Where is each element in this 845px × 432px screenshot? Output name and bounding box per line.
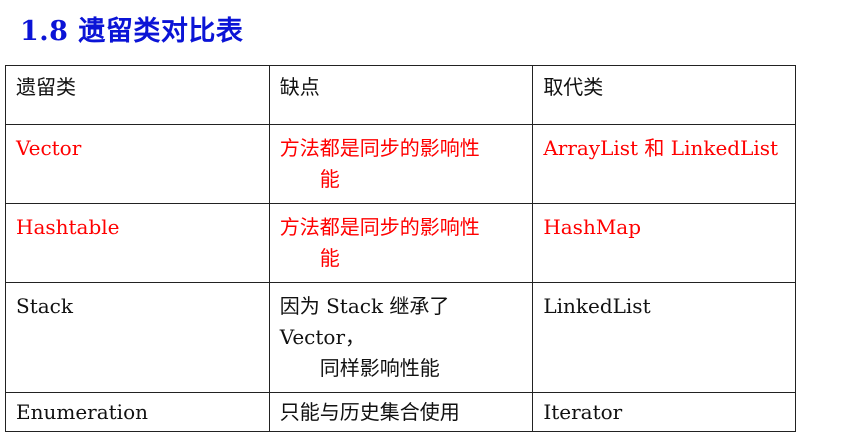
- drawback-line: 方法都是同步的影响性: [279, 136, 480, 160]
- drawback-cell: 方法都是同步的影响性 能: [268, 124, 534, 204]
- replacement-class-cell: Iterator: [532, 392, 796, 432]
- drawback-line: 因为 Stack 继承了 Vector，: [279, 294, 450, 349]
- table-header-row: 遗留类 缺点 取代类: [5, 65, 796, 125]
- replacement-class-cell: HashMap: [532, 203, 796, 283]
- header-drawback: 缺点: [268, 65, 534, 125]
- drawback-cell: 方法都是同步的影响性 能: [268, 203, 534, 283]
- drawback-line: 能: [319, 167, 340, 191]
- legacy-class-comparison-table: 遗留类 缺点 取代类 Vector 方法都是同步的影响性 能 ArrayList…: [5, 65, 796, 432]
- page-title: 1.8 遗留类对比表: [20, 16, 244, 47]
- drawback-line: 同样影响性能: [319, 356, 440, 380]
- drawback-line: 能: [319, 246, 340, 270]
- replacement-class-cell: ArrayList 和 LinkedList: [532, 124, 796, 204]
- drawback-cell: 只能与历史集合使用: [268, 392, 534, 432]
- drawback-line: 方法都是同步的影响性: [279, 215, 480, 239]
- table-row: Enumeration 只能与历史集合使用 Iterator: [5, 392, 796, 432]
- header-legacy-class: 遗留类: [5, 65, 270, 125]
- table-row: Hashtable 方法都是同步的影响性 能 HashMap: [5, 203, 796, 283]
- legacy-class-cell: Stack: [5, 282, 270, 393]
- legacy-class-cell: Hashtable: [5, 203, 270, 283]
- legacy-class-cell: Enumeration: [5, 392, 270, 432]
- drawback-cell: 因为 Stack 继承了 Vector， 同样影响性能: [268, 282, 534, 393]
- legacy-class-cell: Vector: [5, 124, 270, 204]
- table-row: Vector 方法都是同步的影响性 能 ArrayList 和 LinkedLi…: [5, 124, 796, 204]
- table-row: Stack 因为 Stack 继承了 Vector， 同样影响性能 Linked…: [5, 282, 796, 393]
- header-replacement: 取代类: [532, 65, 796, 125]
- replacement-class-cell: LinkedList: [532, 282, 796, 393]
- drawback-line: 只能与历史集合使用: [279, 400, 460, 424]
